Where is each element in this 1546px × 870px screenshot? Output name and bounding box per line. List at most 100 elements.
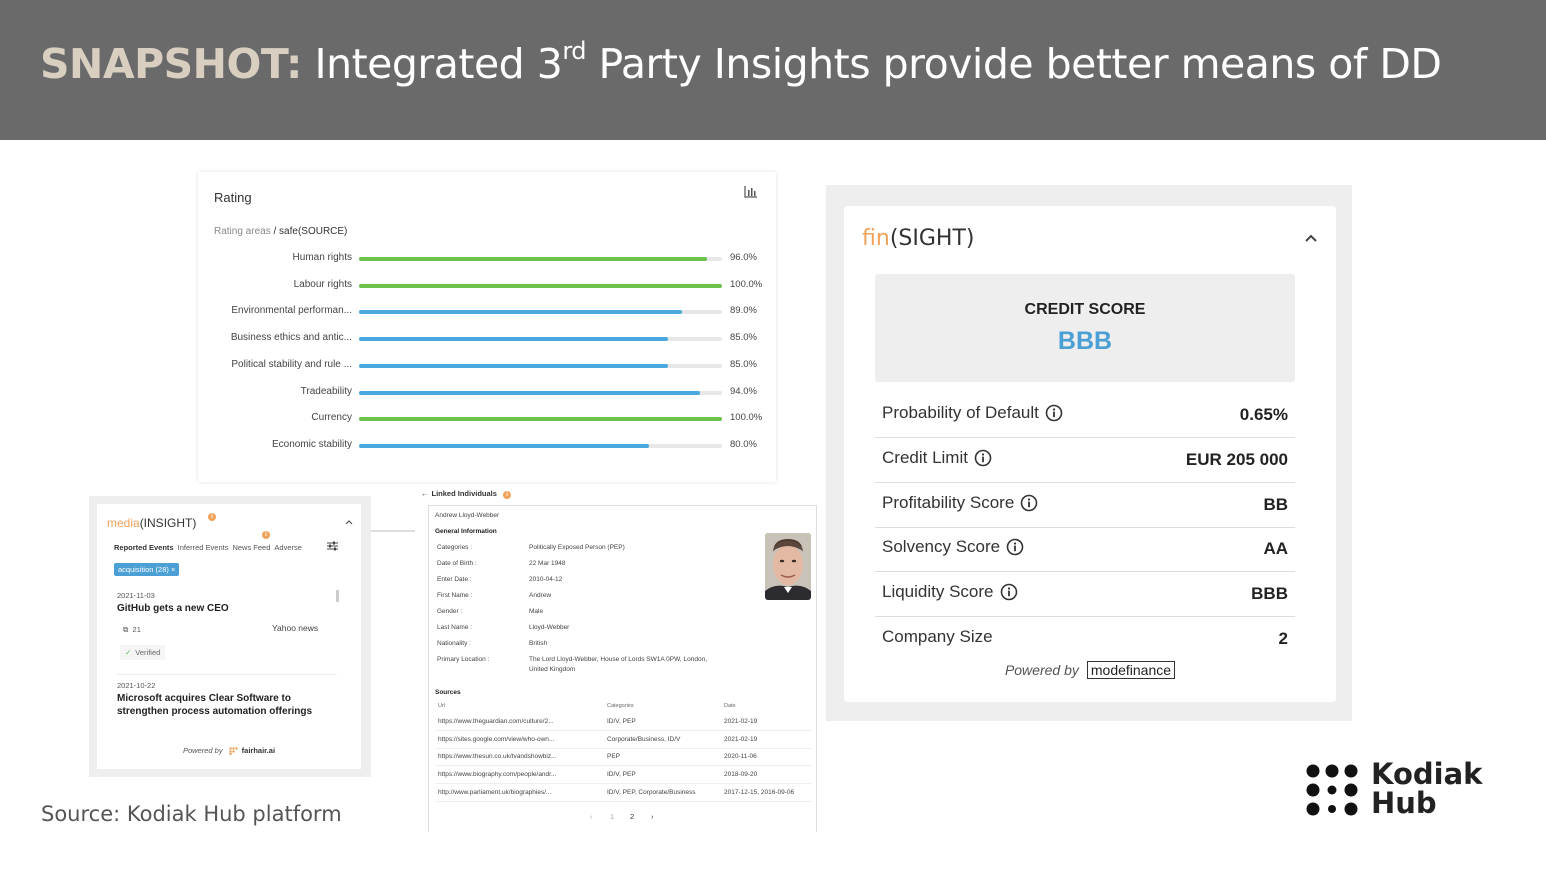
media-powered-by: Powered by fairhair.ai <box>97 746 361 756</box>
field-label: Primary Location : <box>437 656 490 663</box>
info-icon[interactable]: i <box>262 531 270 539</box>
finsight-brand: fin(SIGHT) <box>862 226 974 251</box>
news-count: ⧉ 21 <box>123 625 141 635</box>
info-icon[interactable] <box>1020 494 1038 512</box>
source-date: 2021-02-19 <box>724 735 758 743</box>
rating-bar-fill <box>359 337 668 342</box>
rating-bar-fill <box>359 363 668 368</box>
source-categories: ID/V, PEP <box>607 771 636 779</box>
field-label: Nationality : <box>437 640 471 647</box>
metric-label: Probability of Default <box>882 403 1063 423</box>
mediainsight-panel: media(INSIGHT) i i Reported Events Inferr… <box>97 504 361 769</box>
info-icon[interactable]: i <box>208 513 216 521</box>
metric-value: EUR 205 000 <box>1185 449 1288 469</box>
divider <box>117 674 337 675</box>
credit-score-label: CREDIT SCORE <box>1024 301 1146 318</box>
info-icon[interactable] <box>1000 583 1018 601</box>
bar-chart-icon[interactable] <box>744 186 758 198</box>
info-icon[interactable] <box>974 449 992 467</box>
source-url[interactable]: https://www.thesun.co.uk/tvandshowbiz... <box>438 753 588 760</box>
scrollbar[interactable] <box>336 590 339 602</box>
tab-adverse[interactable]: Adverse <box>274 543 302 552</box>
chevron-up-icon[interactable] <box>1304 232 1318 246</box>
source-date: 2021-02-19 <box>724 718 758 725</box>
news-source[interactable]: Yahoo news <box>272 623 318 633</box>
rating-row: Currency 100.0% <box>198 412 776 426</box>
fairhair-logo-icon <box>228 747 238 756</box>
rating-row: Tradeability 94.0% <box>198 386 776 400</box>
info-icon[interactable]: i <box>503 491 512 499</box>
rating-bar-track <box>359 283 722 288</box>
chevron-up-icon[interactable] <box>345 518 353 526</box>
source-row: https://www.thesun.co.uk/tvandshowbiz...… <box>435 748 812 767</box>
rating-label: Human rights <box>292 252 352 263</box>
field-label: First Name : <box>437 592 473 599</box>
rating-row: Business ethics and antic... 85.0% <box>198 332 776 346</box>
rating-value: 80.0% <box>730 438 757 450</box>
field-value: Politically Exposed Person (PEP) <box>529 544 625 551</box>
kodiak-hub-logo-icon <box>1306 764 1358 816</box>
metric-label-text: Liquidity Score <box>882 582 994 602</box>
filter-icon[interactable] <box>327 541 338 551</box>
field-value: Male <box>529 608 544 615</box>
metric-value: BB <box>1263 494 1288 514</box>
info-icon[interactable] <box>1045 404 1063 422</box>
rating-label: Tradeability <box>300 385 352 397</box>
news-title[interactable]: GitHub gets a new CEO <box>117 602 327 615</box>
sources-heading: Sources <box>435 689 461 696</box>
tab-reported-events[interactable]: Reported Events <box>114 543 174 552</box>
field-value: 22 Mar 1948 <box>529 560 566 567</box>
rating-value: 100.0% <box>730 412 763 424</box>
pagination-next[interactable]: › <box>651 812 654 821</box>
metric-label: Solvency Score <box>882 537 1024 557</box>
rating-bar-fill <box>359 390 701 395</box>
field-label: Enter Date : <box>437 576 472 583</box>
news-title[interactable]: Microsoft acquires Clear Software to str… <box>117 692 327 718</box>
sources-header-url: Url <box>438 703 446 709</box>
rating-bar-track <box>359 257 722 261</box>
media-brand-accent: media <box>107 516 140 530</box>
field-label: Categories : <box>437 544 473 551</box>
info-icon[interactable] <box>1006 538 1024 556</box>
tab-news-feed[interactable]: News Feed <box>232 543 270 552</box>
source-url[interactable]: https://www.biography.com/people/andr... <box>438 771 588 778</box>
metric-row: Company Size 2 <box>875 617 1295 662</box>
field-label: Date of Birth : <box>437 560 477 567</box>
source-url[interactable]: http://www.parliament.uk/biographies/... <box>438 789 588 796</box>
arrow-left-icon[interactable]: ← <box>421 489 429 498</box>
metric-value: BBB <box>1251 584 1288 604</box>
logo-line-1: Kodiak <box>1371 757 1483 791</box>
metric-row: Solvency Score AA <box>875 527 1295 573</box>
breadcrumb-current: safe(SOURCE) <box>279 226 348 237</box>
metric-label: Liquidity Score <box>882 582 1018 602</box>
rating-value: 85.0% <box>730 358 757 370</box>
pagination-page-2[interactable]: 2 <box>630 812 634 821</box>
linked-individual-card: Andrew Lloyd-Webber General Information … <box>428 505 817 832</box>
tab-inferred-events[interactable]: Inferred Events <box>178 543 229 552</box>
field-value: Lloyd-Webber <box>529 624 570 631</box>
rating-bar-track <box>359 337 722 342</box>
pagination-prev[interactable]: ‹ <box>590 812 593 821</box>
finsight-panel: fin(SIGHT) CREDIT SCORE BBB Probability … <box>844 206 1336 702</box>
pagination-page-1[interactable]: 1 <box>610 812 614 821</box>
verified-badge: ✓ Verified <box>120 645 166 660</box>
rating-bar-fill <box>359 443 650 448</box>
back-link-linked-individuals[interactable]: ← Linked Individuals i <box>421 489 512 499</box>
powered-by-label: Powered by <box>182 746 223 755</box>
source-url[interactable]: https://sites.google.com/view/who-own... <box>438 736 588 743</box>
rating-bar-track <box>359 417 722 422</box>
sources-header-categories: Categories <box>607 703 634 709</box>
rating-value: 100.0% <box>730 278 763 290</box>
source-categories: PEP <box>607 753 621 761</box>
source-url[interactable]: https://www.theguardian.com/culture/2... <box>438 718 588 725</box>
rating-bar-fill <box>359 310 683 315</box>
metric-row: Liquidity Score BBB <box>875 572 1295 618</box>
connector-line <box>371 530 415 532</box>
breadcrumb-parent[interactable]: Rating areas <box>214 226 271 237</box>
media-brand-rest: (INSIGHT) <box>139 516 197 530</box>
metric-label: Company Size <box>882 627 993 647</box>
filter-chip-acquisition[interactable]: acquisition (28) × <box>114 563 180 576</box>
field-label: Gender : <box>437 608 463 615</box>
title-text-pre: Integrated 3 <box>301 40 563 88</box>
rating-title: Rating <box>214 190 252 205</box>
